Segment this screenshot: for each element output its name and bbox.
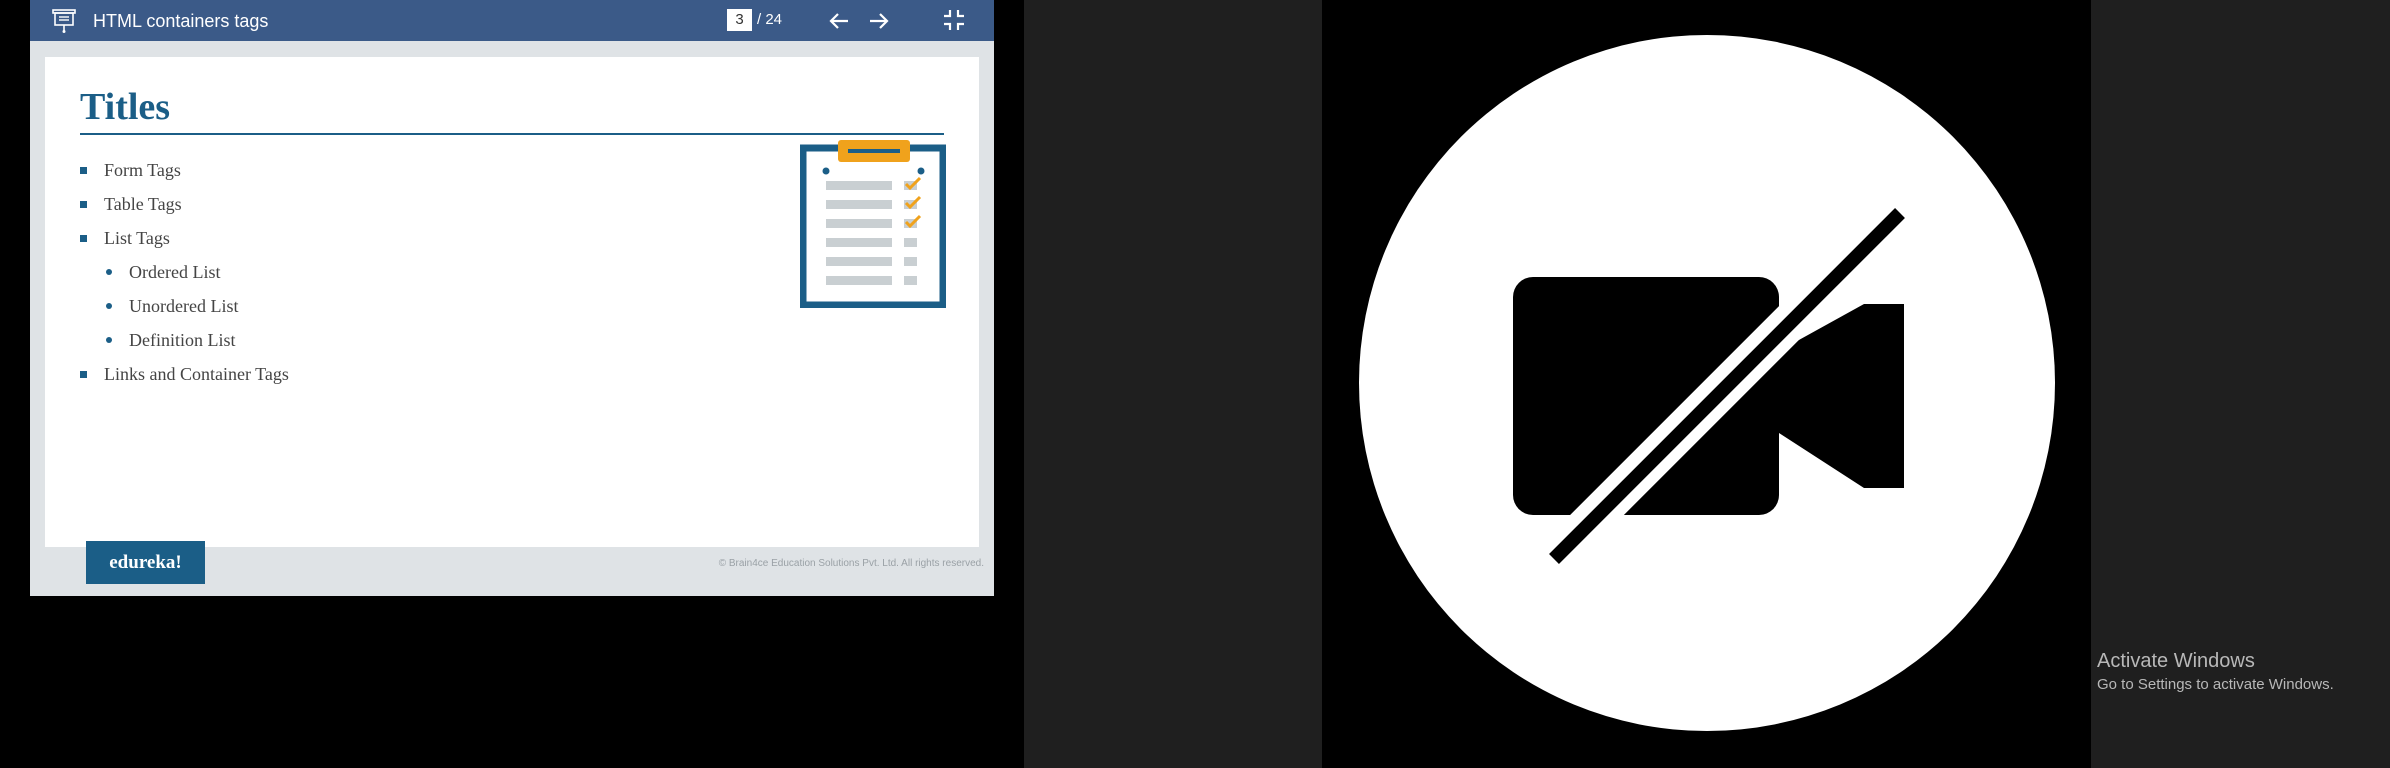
edureka-logo: edureka! (86, 541, 205, 584)
bullet-item: List Tags (80, 221, 289, 255)
copyright-text: © Brain4ce Education Solutions Pvt. Ltd.… (718, 558, 984, 569)
sub-bullet-item: Unordered List (80, 289, 289, 323)
page-number-input[interactable]: 3 (727, 9, 752, 31)
exit-fullscreen-icon[interactable] (943, 9, 965, 36)
sub-bullet-item: Definition List (80, 323, 289, 357)
sub-bullet-item: Ordered List (80, 255, 289, 289)
title-divider (80, 133, 944, 135)
activate-windows-title: Activate Windows (2097, 650, 2255, 672)
bullet-item: Links and Container Tags (80, 357, 289, 391)
previous-arrow-icon[interactable] (828, 10, 850, 37)
document-title: HTML containers tags (93, 11, 269, 31)
next-arrow-icon[interactable] (868, 10, 890, 37)
bullet-item: Form Tags (80, 153, 289, 187)
slide: Titles Form Tags Table Tags List Tags Or… (45, 57, 979, 547)
page-total: / 24 (757, 11, 783, 28)
activate-windows-subtitle: Go to Settings to activate Windows. (2097, 676, 2334, 693)
video-tile (1322, 0, 2091, 768)
bullet-item: Table Tags (80, 187, 289, 221)
presentation-icon (52, 8, 76, 39)
presentation-viewer: HTML containers tags 3 / 24 Titles Form … (30, 0, 994, 596)
camera-off-icon (1357, 33, 2057, 738)
clipboard-checklist-icon (799, 140, 947, 313)
video-side-panel (1024, 0, 1322, 768)
viewer-toolbar: HTML containers tags 3 / 24 (30, 0, 994, 41)
bullet-list: Form Tags Table Tags List Tags Ordered L… (80, 153, 289, 391)
slide-title: Titles (80, 86, 171, 128)
